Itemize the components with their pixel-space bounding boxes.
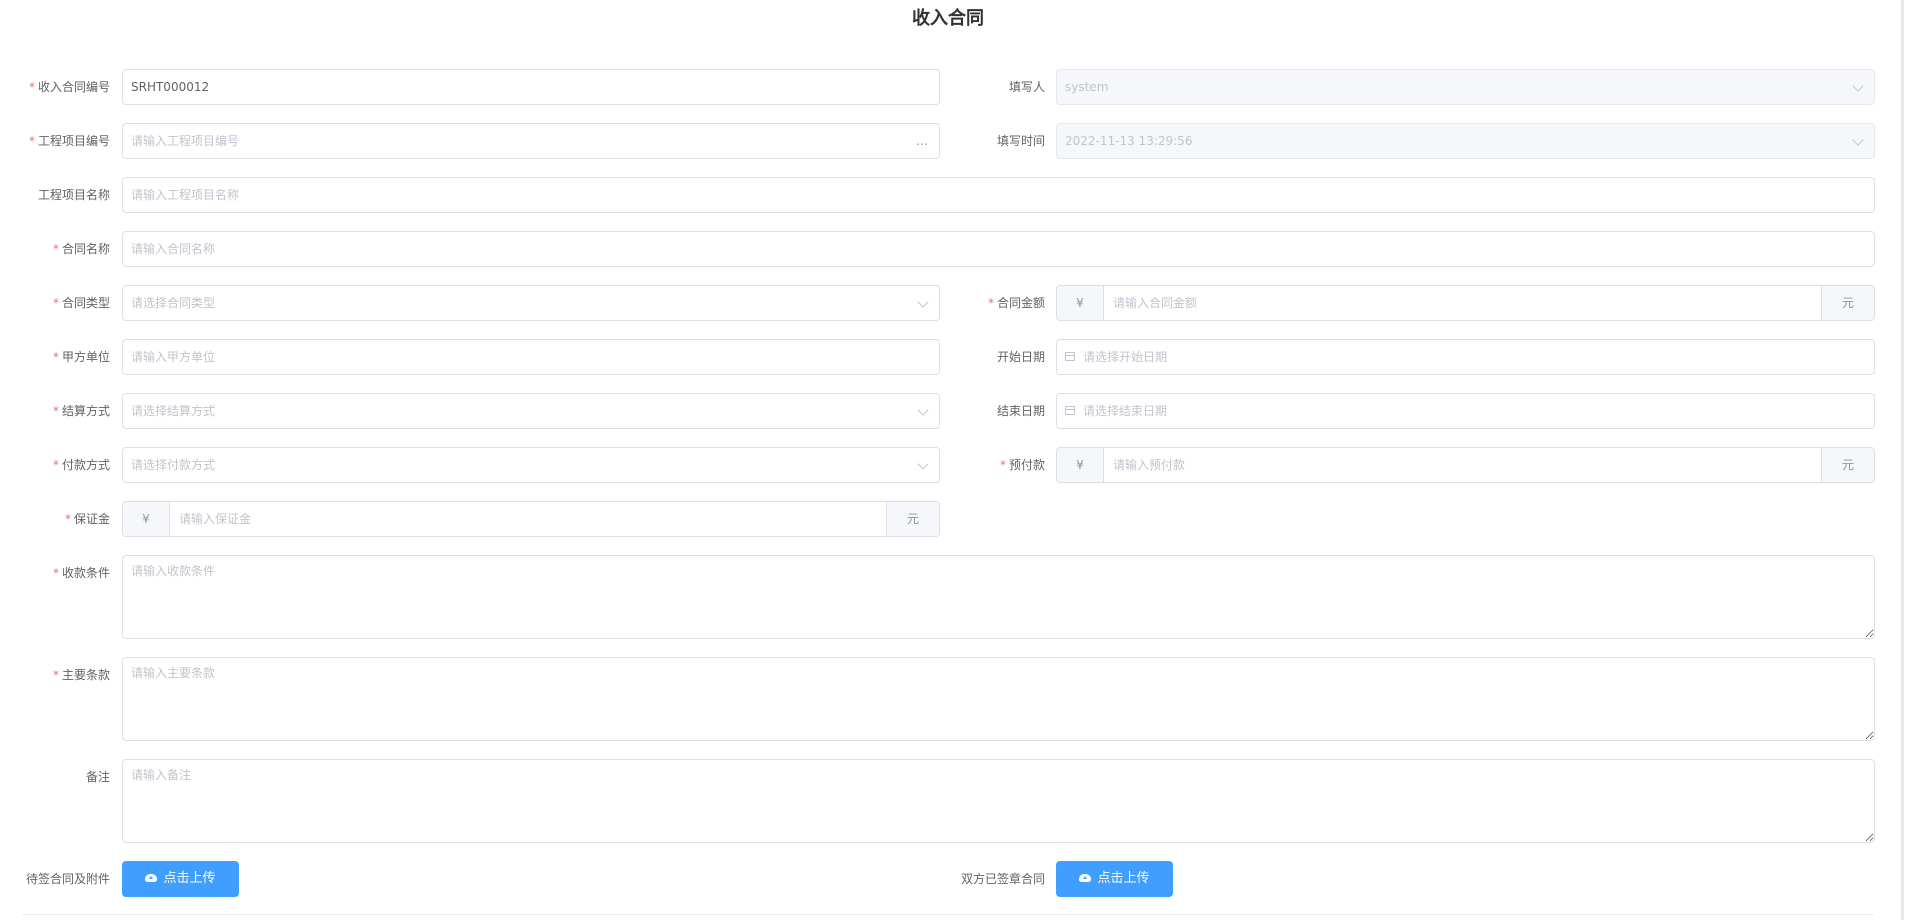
label-signed-contract: 双方已签章合同 [960, 872, 1045, 886]
chevron-down-icon [1852, 134, 1864, 146]
label-contract-type: * 合同类型 [52, 296, 110, 310]
currency-prefix: ¥ [1057, 286, 1104, 320]
fill-time-select: 2022-11-13 13:29:56 [1056, 123, 1875, 159]
contract-type-select[interactable]: 请选择合同类型 [122, 285, 940, 321]
scrollbar[interactable] [1901, 0, 1904, 920]
collection-terms-textarea[interactable] [122, 555, 1875, 639]
currency-prefix: ¥ [123, 502, 170, 536]
contract-amount-group[interactable]: ¥ 请输入合同金额 元 [1056, 285, 1875, 321]
deposit-input[interactable]: 请输入保证金 [179, 502, 251, 536]
payment-method-select[interactable]: 请选择付款方式 [122, 447, 940, 483]
table-top-border [22, 914, 1874, 915]
advance-group[interactable]: ¥ 请输入预付款 元 [1056, 447, 1875, 483]
calendar-icon [1065, 406, 1075, 415]
contract-name-input[interactable]: 请输入合同名称 [122, 231, 1875, 267]
deposit-group[interactable]: ¥ 请输入保证金 元 [122, 501, 940, 537]
unit-suffix: 元 [886, 502, 939, 536]
label-attachments: 待签合同及附件 [25, 872, 110, 886]
party-a-input[interactable]: 请输入甲方单位 [122, 339, 940, 375]
label-settlement: * 结算方式 [52, 404, 110, 418]
label-end-date: 结束日期 [996, 404, 1045, 418]
label-project-name: 工程项目名称 [37, 188, 110, 202]
settlement-select[interactable]: 请选择结算方式 [122, 393, 940, 429]
main-terms-textarea[interactable] [122, 657, 1875, 741]
label-start-date: 开始日期 [996, 350, 1045, 364]
label-payment-method: * 付款方式 [52, 458, 110, 472]
start-date-picker[interactable]: 请选择开始日期 [1056, 339, 1875, 375]
currency-prefix: ¥ [1057, 448, 1104, 482]
unit-suffix: 元 [1821, 448, 1874, 482]
label-contract-no: * 收入合同编号 [28, 80, 110, 94]
remarks-textarea[interactable] [122, 759, 1875, 843]
label-advance: * 预付款 [999, 458, 1045, 472]
label-main-terms: * 主要条款 [52, 668, 110, 682]
label-party-a: * 甲方单位 [52, 350, 110, 364]
advance-input[interactable]: 请输入预付款 [1113, 448, 1185, 482]
label-filler: 填写人 [1008, 80, 1045, 94]
calendar-icon [1065, 352, 1075, 361]
end-date-picker[interactable]: 请选择结束日期 [1056, 393, 1875, 429]
cloud-upload-icon [145, 873, 158, 882]
label-project-no: * 工程项目编号 [28, 134, 110, 148]
label-deposit: * 保证金 [64, 512, 110, 526]
contract-amount-input[interactable]: 请输入合同金额 [1113, 286, 1197, 320]
upload-attachments-button[interactable]: 点击上传 [122, 861, 239, 897]
project-name-input[interactable]: 请输入工程项目名称 [122, 177, 1875, 213]
label-remarks: 备注 [85, 770, 110, 784]
label-fill-time: 填写时间 [996, 134, 1045, 148]
project-no-input[interactable]: 请输入工程项目编号… [122, 123, 940, 159]
cloud-upload-icon [1079, 873, 1092, 882]
page-title: 收入合同 [912, 8, 984, 29]
unit-suffix: 元 [1821, 286, 1874, 320]
upload-signed-contract-button[interactable]: 点击上传 [1056, 861, 1173, 897]
label-contract-name: * 合同名称 [52, 242, 110, 256]
chevron-down-icon [1852, 80, 1864, 92]
filler-select: system [1056, 69, 1875, 105]
label-contract-amount: * 合同金额 [987, 296, 1045, 310]
label-collection-terms: * 收款条件 [52, 566, 110, 580]
contract-no-input[interactable]: SRHT000012 [122, 69, 940, 105]
